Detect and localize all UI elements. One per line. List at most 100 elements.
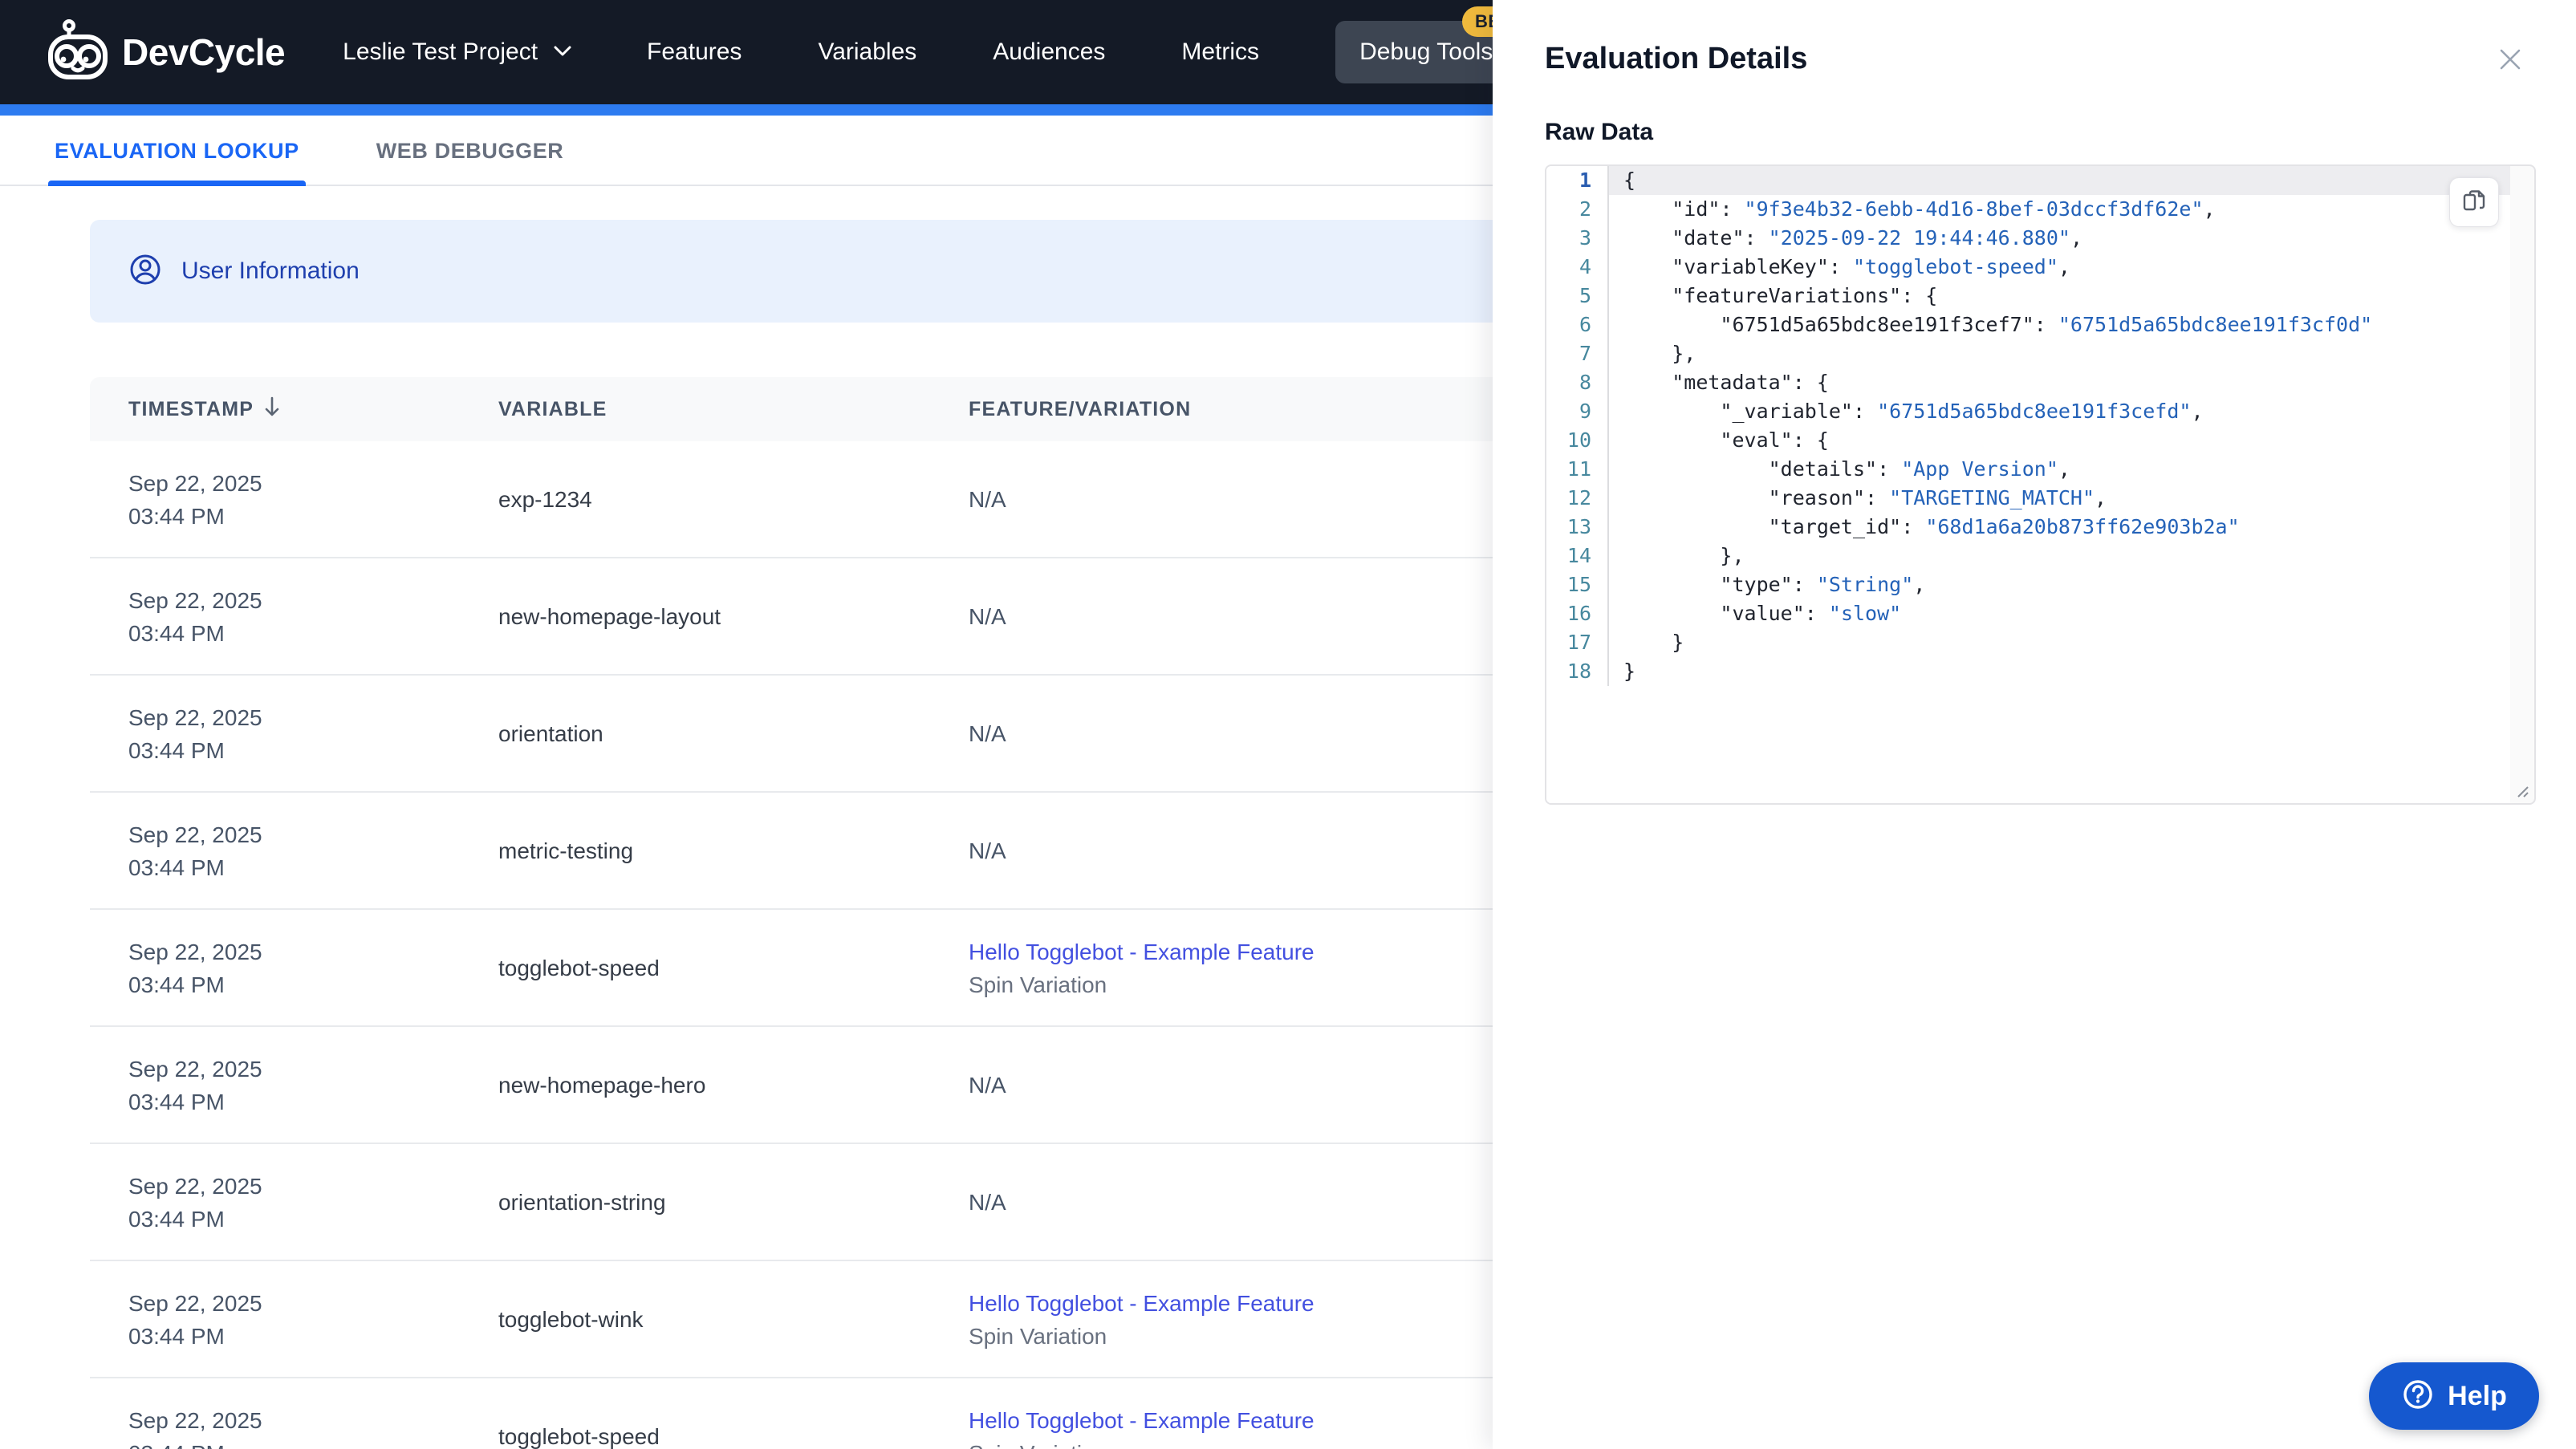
line-number: 7	[1546, 339, 1609, 368]
feature-variation-cell: N/A	[969, 793, 1006, 910]
code-line: 12 "reason": "TARGETING_MATCH",	[1546, 484, 2510, 513]
code-content: 1{2 "id": "9f3e4b32-6ebb-4d16-8bef-03dcc…	[1546, 166, 2510, 803]
tab-web-debugger[interactable]: WEB DEBUGGER	[370, 139, 571, 185]
code-line: 9 "_variable": "6751d5a65bdc8ee191f3cefd…	[1546, 397, 2510, 426]
na-label: N/A	[969, 1073, 1006, 1098]
line-number: 2	[1546, 195, 1609, 224]
brand-name: DevCycle	[122, 31, 286, 73]
code-line: 5 "featureVariations": {	[1546, 282, 2510, 310]
devcycle-logo[interactable]: DevCycle	[45, 18, 286, 87]
feature-variation-cell: Hello Togglebot - Example Feature Spin Va…	[969, 910, 1314, 1027]
line-number: 12	[1546, 484, 1609, 513]
arrow-down-icon[interactable]	[262, 395, 282, 424]
feature-link[interactable]: Hello Togglebot - Example Feature	[969, 1287, 1314, 1320]
feature-variation-cell: N/A	[969, 558, 1006, 676]
nav-item-audiences[interactable]: Audiences	[993, 39, 1105, 66]
line-number: 13	[1546, 513, 1609, 542]
timestamp-cell: Sep 22, 202503:44 PM	[128, 588, 262, 646]
column-header-feature-variation[interactable]: FEATURE/VARIATION	[969, 377, 1191, 441]
line-number: 6	[1546, 310, 1609, 339]
raw-data-code-block[interactable]: 1{2 "id": "9f3e4b32-6ebb-4d16-8bef-03dcc…	[1545, 164, 2536, 805]
variable-cell: metric-testing	[498, 838, 634, 863]
na-label: N/A	[969, 721, 1006, 746]
timestamp-cell: Sep 22, 202503:44 PM	[128, 1291, 262, 1349]
question-circle-icon	[2401, 1378, 2435, 1415]
na-label: N/A	[969, 838, 1006, 863]
code-line: 18}	[1546, 657, 2510, 686]
variable-cell: exp-1234	[498, 487, 592, 512]
timestamp-cell: Sep 22, 202503:44 PM	[128, 705, 262, 763]
line-number: 16	[1546, 599, 1609, 628]
line-number: 4	[1546, 253, 1609, 282]
feature-link[interactable]: Hello Togglebot - Example Feature	[969, 1404, 1314, 1437]
copy-icon[interactable]	[2449, 177, 2499, 227]
na-label: N/A	[969, 487, 1006, 512]
feature-link[interactable]: Hello Togglebot - Example Feature	[969, 936, 1314, 968]
na-label: N/A	[969, 1190, 1006, 1215]
project-name: Leslie Test Project	[343, 39, 538, 65]
nav-item-variables[interactable]: Variables	[818, 39, 916, 66]
variable-cell: orientation	[498, 721, 603, 746]
feature-variation-cell: Hello Togglebot - Example Feature Spin Va…	[969, 1261, 1314, 1378]
line-number: 11	[1546, 455, 1609, 484]
timestamp-cell: Sep 22, 202503:44 PM	[128, 940, 262, 997]
timestamp-cell: Sep 22, 202503:44 PM	[128, 471, 262, 529]
timestamp-cell: Sep 22, 202503:44 PM	[128, 822, 262, 880]
nav-items: Features Variables Audiences Metrics	[647, 39, 1259, 66]
variable-cell: togglebot-wink	[498, 1307, 644, 1332]
code-line: 11 "details": "App Version",	[1546, 455, 2510, 484]
line-number: 18	[1546, 657, 1609, 686]
project-selector[interactable]: Leslie Test Project	[343, 39, 575, 66]
line-number: 1	[1546, 166, 1609, 195]
na-label: N/A	[969, 604, 1006, 629]
line-number: 8	[1546, 368, 1609, 397]
code-line: 10 "eval": {	[1546, 426, 2510, 455]
feature-variation-cell: N/A	[969, 1144, 1006, 1261]
app-root: User Information TIMESTAMP VARIABLE FEAT…	[0, 0, 2576, 1449]
timestamp-cell: Sep 22, 202503:44 PM	[128, 1408, 262, 1449]
nav-item-debug-tools[interactable]: Debug Tools BETA	[1335, 6, 1537, 83]
feature-variation-cell: N/A	[969, 676, 1006, 793]
variable-cell: togglebot-speed	[498, 1424, 660, 1449]
column-header-variable[interactable]: VARIABLE	[498, 377, 607, 441]
tab-evaluation-lookup[interactable]: EVALUATION LOOKUP	[48, 139, 306, 186]
code-line: 1{	[1546, 166, 2510, 195]
code-line: 8 "metadata": {	[1546, 368, 2510, 397]
line-number: 14	[1546, 542, 1609, 570]
nav-item-features[interactable]: Features	[647, 39, 742, 66]
code-line: 3 "date": "2025-09-22 19:44:46.880",	[1546, 224, 2510, 253]
devcycle-robot-icon	[45, 18, 111, 87]
feature-variation-cell: N/A	[969, 441, 1006, 558]
timestamp-cell: Sep 22, 202503:44 PM	[128, 1174, 262, 1232]
variable-cell: orientation-string	[498, 1190, 666, 1215]
panel-title: Evaluation Details	[1545, 42, 1808, 75]
variation-label: Spin Variation	[969, 972, 1107, 997]
feature-variation-cell: N/A	[969, 1027, 1006, 1144]
variation-label: Spin Variation	[969, 1437, 1314, 1449]
line-number: 15	[1546, 570, 1609, 599]
variable-cell: togglebot-speed	[498, 956, 660, 980]
resize-handle-icon[interactable]	[2512, 781, 2529, 798]
raw-data-label: Raw Data	[1545, 119, 1654, 145]
code-line: 7 },	[1546, 339, 2510, 368]
code-line: 13 "target_id": "68d1a6a20b873ff62e903b2…	[1546, 513, 2510, 542]
code-line: 2 "id": "9f3e4b32-6ebb-4d16-8bef-03dccf3…	[1546, 195, 2510, 224]
variable-cell: new-homepage-layout	[498, 604, 721, 629]
evaluation-details-panel: Evaluation Details Raw Data 1{2 "id": "9…	[1493, 0, 2576, 1449]
code-line: 17 }	[1546, 628, 2510, 657]
line-number: 17	[1546, 628, 1609, 657]
column-header-timestamp[interactable]: TIMESTAMP	[128, 377, 282, 441]
line-number: 9	[1546, 397, 1609, 426]
code-line: 4 "variableKey": "togglebot-speed",	[1546, 253, 2510, 282]
user-circle-icon	[128, 253, 162, 290]
banner-title: User Information	[181, 258, 360, 284]
help-button[interactable]: Help	[2369, 1362, 2539, 1430]
code-line: 16 "value": "slow"	[1546, 599, 2510, 628]
close-icon[interactable]	[2493, 42, 2528, 77]
line-number: 10	[1546, 426, 1609, 455]
nav-item-metrics[interactable]: Metrics	[1181, 39, 1259, 66]
code-line: 6 "6751d5a65bdc8ee191f3cef7": "6751d5a65…	[1546, 310, 2510, 339]
line-number: 5	[1546, 282, 1609, 310]
code-line: 14 },	[1546, 542, 2510, 570]
variation-label: Spin Variation	[969, 1324, 1107, 1349]
